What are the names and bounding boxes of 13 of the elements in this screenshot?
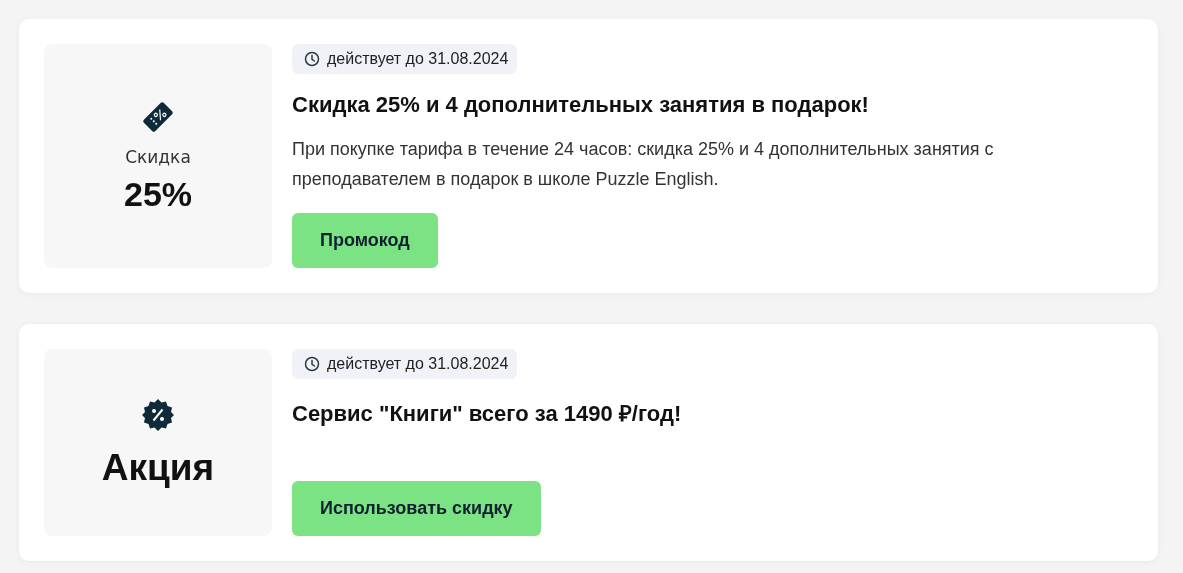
offer-description: При покупке тарифа в течение 24 часов: скидка 25% и 4 дополнительных занятия с преподавателем в подарок в школе Puzzle English. <box>292 138 995 191</box>
offer-button[interactable]: Промокод <box>292 213 438 268</box>
offer-button[interactable]: Использовать скидку <box>292 481 541 536</box>
validity-text: действует до 31.08.2024 <box>327 355 509 373</box>
percent-rosette-icon <box>140 396 176 433</box>
badge-label: Акция <box>101 446 215 489</box>
offer-title: Скидка 25% и 4 дополнительных занятия в подарок! <box>292 92 869 118</box>
offer-title: Сервис "Книги" всего за 1490 ₽/год! <box>292 400 682 427</box>
badge-value: 25% <box>123 174 193 214</box>
validity-text: действует до 31.08.2024 <box>327 50 509 68</box>
clock-icon <box>304 51 320 67</box>
badge-label: Скидка <box>125 146 191 167</box>
clock-icon <box>304 356 320 372</box>
